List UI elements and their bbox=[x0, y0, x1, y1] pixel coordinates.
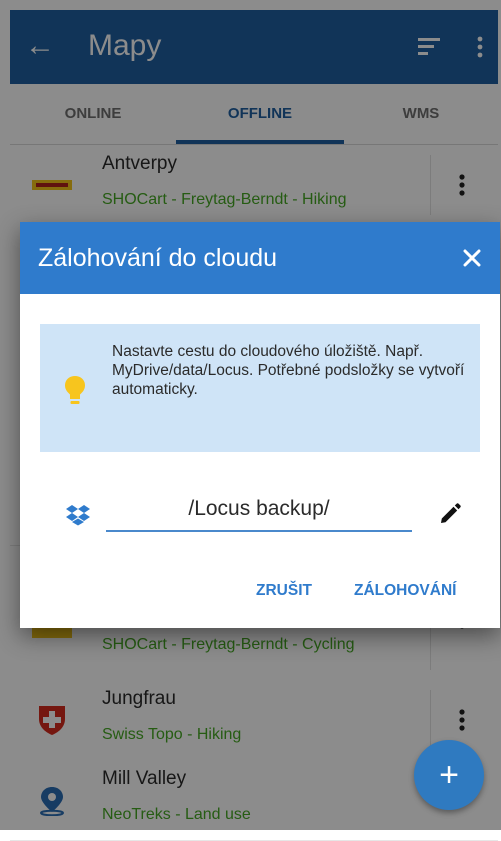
info-box: Nastavte cestu do cloudového úložiště. N… bbox=[40, 324, 480, 452]
dialog-title: Zálohování do cloudu bbox=[38, 244, 278, 272]
info-text: Nastavte cestu do cloudového úložiště. N… bbox=[112, 343, 465, 398]
close-icon[interactable] bbox=[456, 242, 488, 274]
backup-button[interactable]: ZÁLOHOVÁNÍ bbox=[354, 582, 456, 600]
cancel-button[interactable]: ZRUŠIT bbox=[256, 582, 312, 600]
dropbox-icon bbox=[66, 505, 90, 526]
app-screen: ← Mapy ONLINE OFFLINE WMS Antverpy SHOCa… bbox=[0, 0, 501, 841]
cloud-backup-dialog: Zálohování do cloudu Nastavte cestu do c… bbox=[20, 222, 500, 628]
dialog-header: Zálohování do cloudu bbox=[20, 222, 500, 294]
backup-path-field[interactable]: /Locus backup/ bbox=[106, 492, 412, 532]
pencil-icon[interactable] bbox=[438, 502, 462, 526]
lightbulb-icon bbox=[65, 376, 85, 404]
add-map-button[interactable]: + bbox=[414, 740, 484, 810]
